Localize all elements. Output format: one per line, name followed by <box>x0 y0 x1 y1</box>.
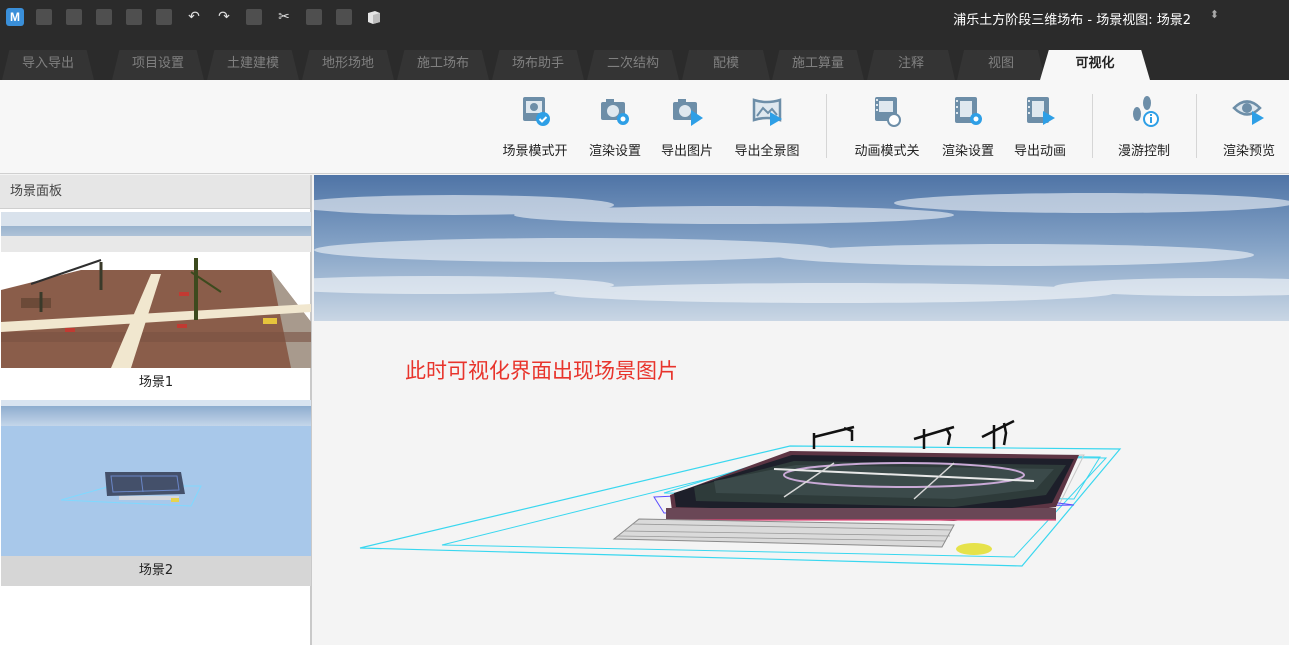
save-as-icon[interactable] <box>126 9 142 25</box>
scene-thumbnail-2[interactable]: 场景2 <box>1 400 311 586</box>
tab-formwork[interactable]: 配模 <box>682 50 770 80</box>
ribbon-tabs: 导入导出 项目设置 土建建模 地形场地 施工场布 场布助手 二次结构 配模 施工… <box>0 36 1289 80</box>
export-animation-icon <box>1027 97 1055 125</box>
tab-import-export[interactable]: 导入导出 <box>2 50 94 80</box>
material-pile <box>956 543 992 555</box>
redo-icon[interactable]: ↷ <box>216 9 232 25</box>
save-icon[interactable] <box>96 9 112 25</box>
animation-render-settings-label: 渲染设置 <box>941 144 994 159</box>
scene-2-label: 场景2 <box>1 556 311 586</box>
open-file-icon[interactable] <box>66 9 82 25</box>
tab-site-layout[interactable]: 施工场布 <box>397 50 489 80</box>
animation-mode-icon <box>875 97 901 127</box>
tab-visualization[interactable]: 可视化 <box>1040 50 1150 80</box>
scene-mode-label: 场景模式开 <box>502 144 568 159</box>
tab-view[interactable]: 视图 <box>957 50 1045 80</box>
scene-mode-icon <box>523 97 550 126</box>
ribbon-toolbar: 场景模式开 渲染设置 导出图片 导出全景图 动画模式关 渲染设置 导出动画 漫游… <box>0 80 1289 174</box>
cut-icon[interactable]: ✂ <box>276 9 292 25</box>
window-title: 浦乐土方阶段三维场布 - 场景视图: 场景2 <box>953 13 1191 28</box>
animation-mode-button[interactable]: 动画模式关 <box>848 94 926 162</box>
render-settings-icon <box>601 99 629 125</box>
export-panorama-button[interactable]: 导出全景图 <box>728 94 806 162</box>
walkthrough-control-button[interactable]: 漫游控制 <box>1112 94 1176 162</box>
scene-panel-title: 场景面板 <box>0 175 310 209</box>
paste-icon[interactable] <box>306 9 322 25</box>
ribbon-separator <box>826 94 827 158</box>
tab-annotation[interactable]: 注释 <box>867 50 955 80</box>
scene-1-preview-image <box>1 212 311 368</box>
select-icon[interactable] <box>246 9 262 25</box>
tab-layout-assistant[interactable]: 场布助手 <box>492 50 584 80</box>
render-preview-button[interactable]: 渲染预览 <box>1217 94 1281 162</box>
ribbon-separator <box>1196 94 1197 158</box>
scene-mode-button[interactable]: 场景模式开 <box>496 94 574 162</box>
animation-render-settings-icon <box>955 97 982 125</box>
render-settings-button[interactable]: 渲染设置 <box>583 94 647 162</box>
tab-project-settings[interactable]: 项目设置 <box>112 50 204 80</box>
chevron-updown-icon[interactable]: ⬍ <box>1210 8 1219 21</box>
print-icon[interactable] <box>336 9 352 25</box>
viewport-annotation: 此时可视化界面出现场景图片 <box>405 359 678 383</box>
scene-render <box>314 175 1289 645</box>
export-panorama-label: 导出全景图 <box>734 144 800 159</box>
animation-render-settings-button[interactable]: 渲染设置 <box>936 94 1000 162</box>
export-panorama-icon <box>752 98 782 126</box>
scene-1-label: 场景1 <box>138 375 174 390</box>
export-animation-button[interactable]: 导出动画 <box>1008 94 1072 162</box>
export-image-label: 导出图片 <box>660 144 713 159</box>
tab-construction-quantity[interactable]: 施工算量 <box>772 50 864 80</box>
export-image-icon <box>673 99 703 126</box>
app-logo[interactable]: M <box>6 8 24 26</box>
render-preview-icon <box>1232 100 1264 125</box>
animation-mode-label: 动画模式关 <box>854 144 920 159</box>
ribbon-separator <box>1092 94 1093 158</box>
render-preview-label: 渲染预览 <box>1222 144 1275 159</box>
title-bar: M ↶ ↷ ✂ 浦乐土方阶段三维场布 - 场景视图: 场景2 ⬍ <box>0 0 1289 36</box>
render-settings-label: 渲染设置 <box>588 144 641 159</box>
scene-thumbnail-1[interactable]: 场景1 <box>1 212 311 398</box>
scene-panel: 场景面板 场景1 场景2 <box>0 175 312 645</box>
new-file-icon[interactable] <box>36 9 52 25</box>
copy-doc-icon[interactable] <box>156 9 172 25</box>
scene-viewport[interactable]: 此时可视化界面出现场景图片 <box>314 175 1289 645</box>
tab-civil-modeling[interactable]: 土建建模 <box>207 50 299 80</box>
cube-icon[interactable] <box>366 9 382 25</box>
export-animation-label: 导出动画 <box>1013 144 1066 159</box>
clouds <box>314 193 1289 303</box>
export-image-button[interactable]: 导出图片 <box>655 94 719 162</box>
tab-secondary-structure[interactable]: 二次结构 <box>587 50 679 80</box>
walkthrough-icon <box>1133 96 1159 127</box>
scene-2-preview-image <box>1 400 311 556</box>
walkthrough-control-label: 漫游控制 <box>1117 144 1170 159</box>
tab-terrain-site[interactable]: 地形场地 <box>302 50 394 80</box>
undo-icon[interactable]: ↶ <box>186 9 202 25</box>
